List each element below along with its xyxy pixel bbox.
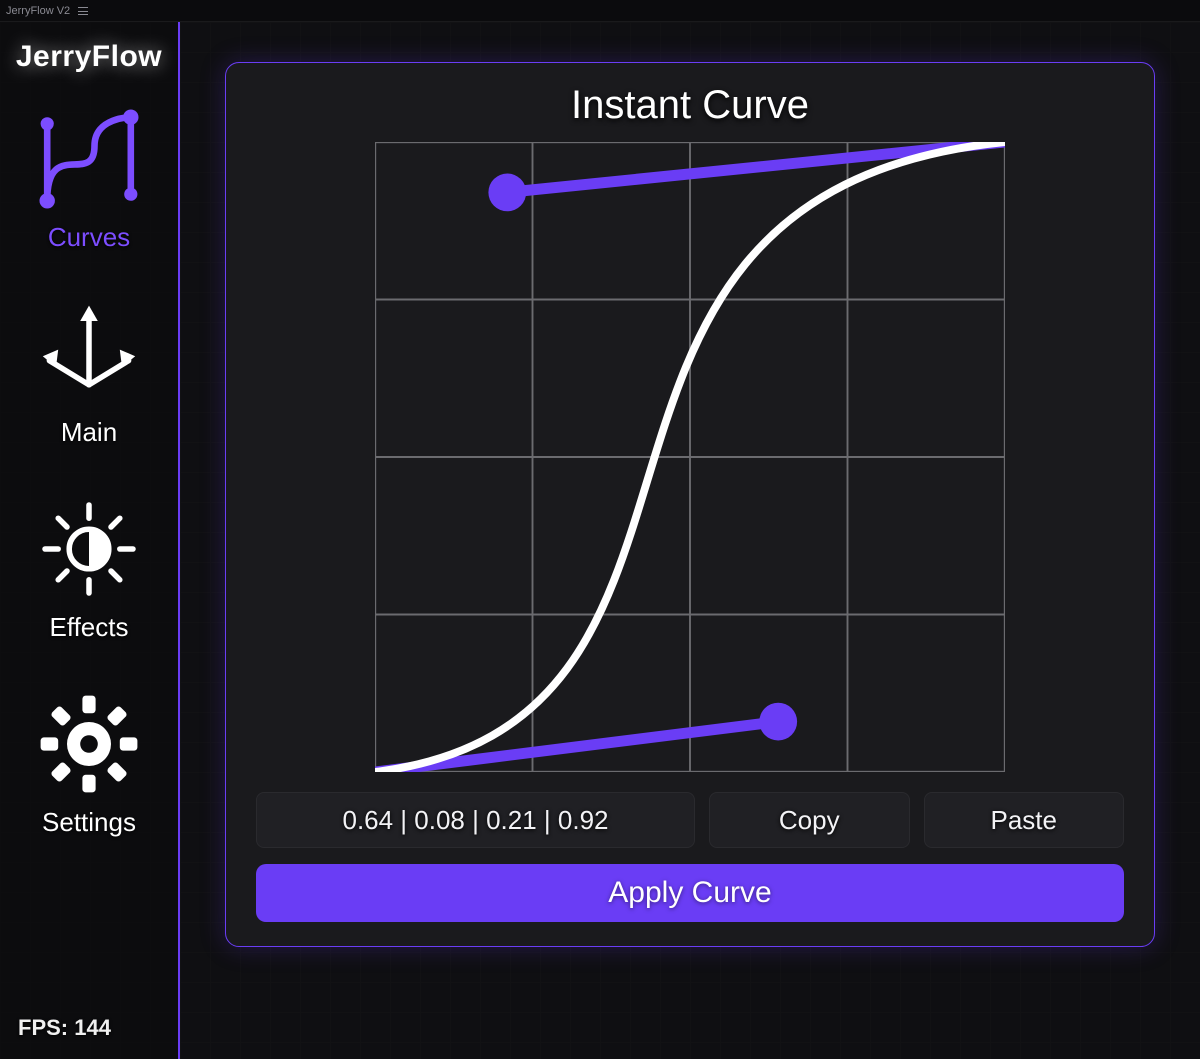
curve-value-row: 0.64 | 0.08 | 0.21 | 0.92 Copy Paste	[256, 792, 1124, 848]
fps-label: FPS:	[18, 1015, 68, 1040]
fps-value: 144	[74, 1015, 111, 1040]
app-body: JerryFlow Curves	[0, 22, 1200, 1059]
titlebar: JerryFlow V2	[0, 0, 1200, 22]
sidebar-item-label: Main	[61, 417, 117, 448]
curve-card: Instant Curve	[225, 62, 1155, 947]
curve-icon	[34, 104, 144, 214]
panel-title: Instant Curve	[256, 83, 1124, 128]
menu-icon[interactable]	[78, 7, 88, 15]
sidebar-item-main[interactable]: Main	[34, 299, 144, 448]
app-logo: JerryFlow	[16, 40, 162, 74]
paste-button[interactable]: Paste	[924, 792, 1125, 848]
brightness-icon	[34, 494, 144, 604]
main-panel: Instant Curve	[180, 22, 1200, 1059]
sidebar: JerryFlow Curves	[0, 22, 180, 1059]
curve-values-display[interactable]: 0.64 | 0.08 | 0.21 | 0.92	[256, 792, 695, 848]
sidebar-nav: Curves Main	[0, 104, 178, 838]
curve-editor[interactable]	[375, 142, 1005, 772]
sidebar-item-settings[interactable]: Settings	[34, 689, 144, 838]
gear-icon	[34, 689, 144, 799]
copy-button[interactable]: Copy	[709, 792, 910, 848]
sidebar-item-curves[interactable]: Curves	[34, 104, 144, 253]
sidebar-item-label: Curves	[48, 222, 130, 253]
apply-curve-button[interactable]: Apply Curve	[256, 864, 1124, 922]
window-title: JerryFlow V2	[6, 5, 70, 17]
sidebar-item-effects[interactable]: Effects	[34, 494, 144, 643]
fps-counter: FPS: 144	[0, 1015, 111, 1049]
sidebar-item-label: Settings	[42, 807, 136, 838]
axis-icon	[34, 299, 144, 409]
sidebar-item-label: Effects	[49, 612, 128, 643]
